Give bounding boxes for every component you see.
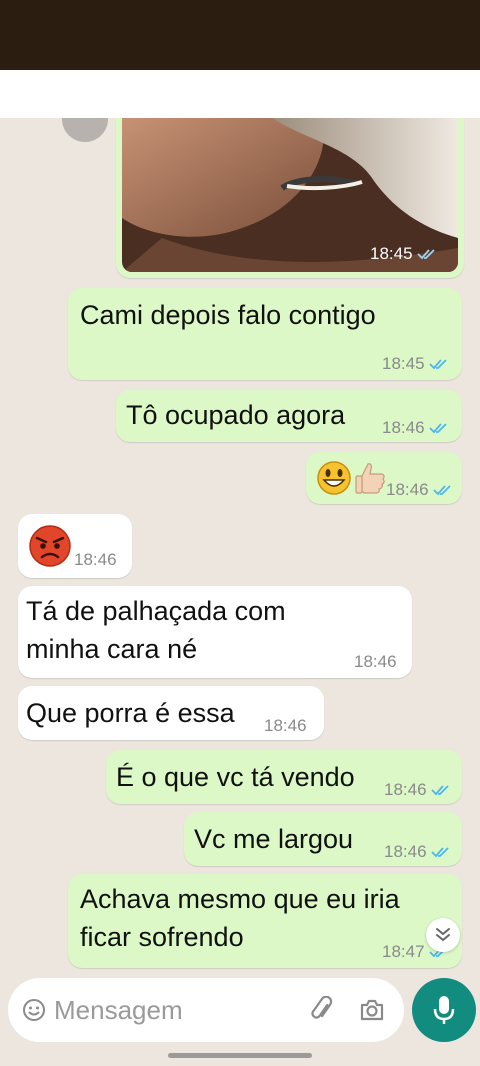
- message-input[interactable]: [54, 990, 274, 1030]
- message-time: 18:46: [386, 480, 429, 499]
- header-area: [0, 70, 480, 118]
- double-check-icon: [428, 359, 447, 370]
- message-time: 18:47: [382, 942, 425, 961]
- mic-button[interactable]: [412, 978, 476, 1042]
- message-text: Achava mesmo que eu iria: [80, 884, 400, 914]
- chat-area[interactable]: 18:45 Cami depois falo contigo 18:45 Tô …: [0, 118, 480, 1066]
- angry-face-emoji: [29, 525, 71, 567]
- double-check-icon: [430, 785, 449, 796]
- message-text: Que porra é essa: [26, 698, 235, 728]
- scroll-indicator: [62, 118, 108, 142]
- mic-icon: [433, 996, 455, 1024]
- message-bubble[interactable]: Achava mesmo que eu iria ficar sofrendo …: [68, 874, 462, 968]
- message-meta: 18:46: [384, 780, 449, 800]
- message-meta: 18:46: [74, 550, 117, 570]
- message-time: 18:45: [370, 244, 413, 263]
- message-bubble[interactable]: Cami depois falo contigo 18:45: [68, 288, 462, 380]
- message-bubble[interactable]: Tá de palhaçada com minha cara né 18:46: [18, 586, 412, 678]
- message-time: 18:45: [382, 354, 425, 373]
- message-time: 18:46: [264, 716, 307, 735]
- message-bubble[interactable]: 18:46: [306, 452, 462, 504]
- message-time: 18:46: [384, 842, 427, 861]
- scroll-to-bottom-button[interactable]: [426, 918, 460, 952]
- message-meta: 18:46: [354, 652, 397, 672]
- message-text-line2: minha cara né: [26, 634, 198, 664]
- status-bar: [0, 0, 480, 70]
- message-time: 18:46: [74, 550, 117, 569]
- message-meta: 18:45: [382, 354, 447, 374]
- message-time: 18:46: [354, 652, 397, 671]
- attach-icon[interactable]: [308, 996, 336, 1024]
- message-time: 18:46: [384, 780, 427, 799]
- gesture-bar: [168, 1053, 312, 1058]
- message-bubble[interactable]: Que porra é essa 18:46: [18, 686, 324, 740]
- emoji-icon[interactable]: [22, 998, 46, 1022]
- message-text: Vc me largou: [194, 824, 354, 854]
- message-composer[interactable]: [8, 978, 404, 1042]
- message-bubble[interactable]: Vc me largou 18:46: [184, 812, 462, 866]
- double-check-icon: [428, 423, 447, 434]
- message-text: Cami depois falo contigo: [80, 300, 376, 330]
- grinning-face-emoji: [317, 461, 351, 495]
- camera-icon[interactable]: [358, 996, 386, 1024]
- message-text: É o que vc tá vendo: [116, 762, 355, 792]
- message-text: Tá de palhaçada com: [26, 596, 286, 626]
- message-bubble[interactable]: Tô ocupado agora 18:46: [116, 390, 462, 442]
- message-meta: 18:46: [264, 716, 307, 736]
- double-check-icon: [416, 249, 435, 260]
- double-check-icon: [430, 847, 449, 858]
- photo-thumbnail[interactable]: 18:45: [122, 118, 458, 272]
- message-meta: 18:46: [386, 480, 451, 500]
- message-text: Tô ocupado agora: [126, 400, 346, 430]
- message-text-line2: ficar sofrendo: [80, 922, 244, 952]
- message-bubble[interactable]: É o que vc tá vendo 18:46: [106, 750, 462, 804]
- message-meta: 18:46: [382, 418, 447, 438]
- thumbs-up-emoji: [355, 463, 385, 494]
- message-bubble[interactable]: 18:46: [18, 514, 132, 578]
- message-time: 18:46: [382, 418, 425, 437]
- message-meta: 18:46: [384, 842, 449, 862]
- double-check-icon: [432, 485, 451, 496]
- photo-meta: 18:45: [370, 244, 435, 264]
- chevron-double-down-icon: [436, 928, 450, 942]
- photo-message[interactable]: 18:45: [116, 118, 464, 278]
